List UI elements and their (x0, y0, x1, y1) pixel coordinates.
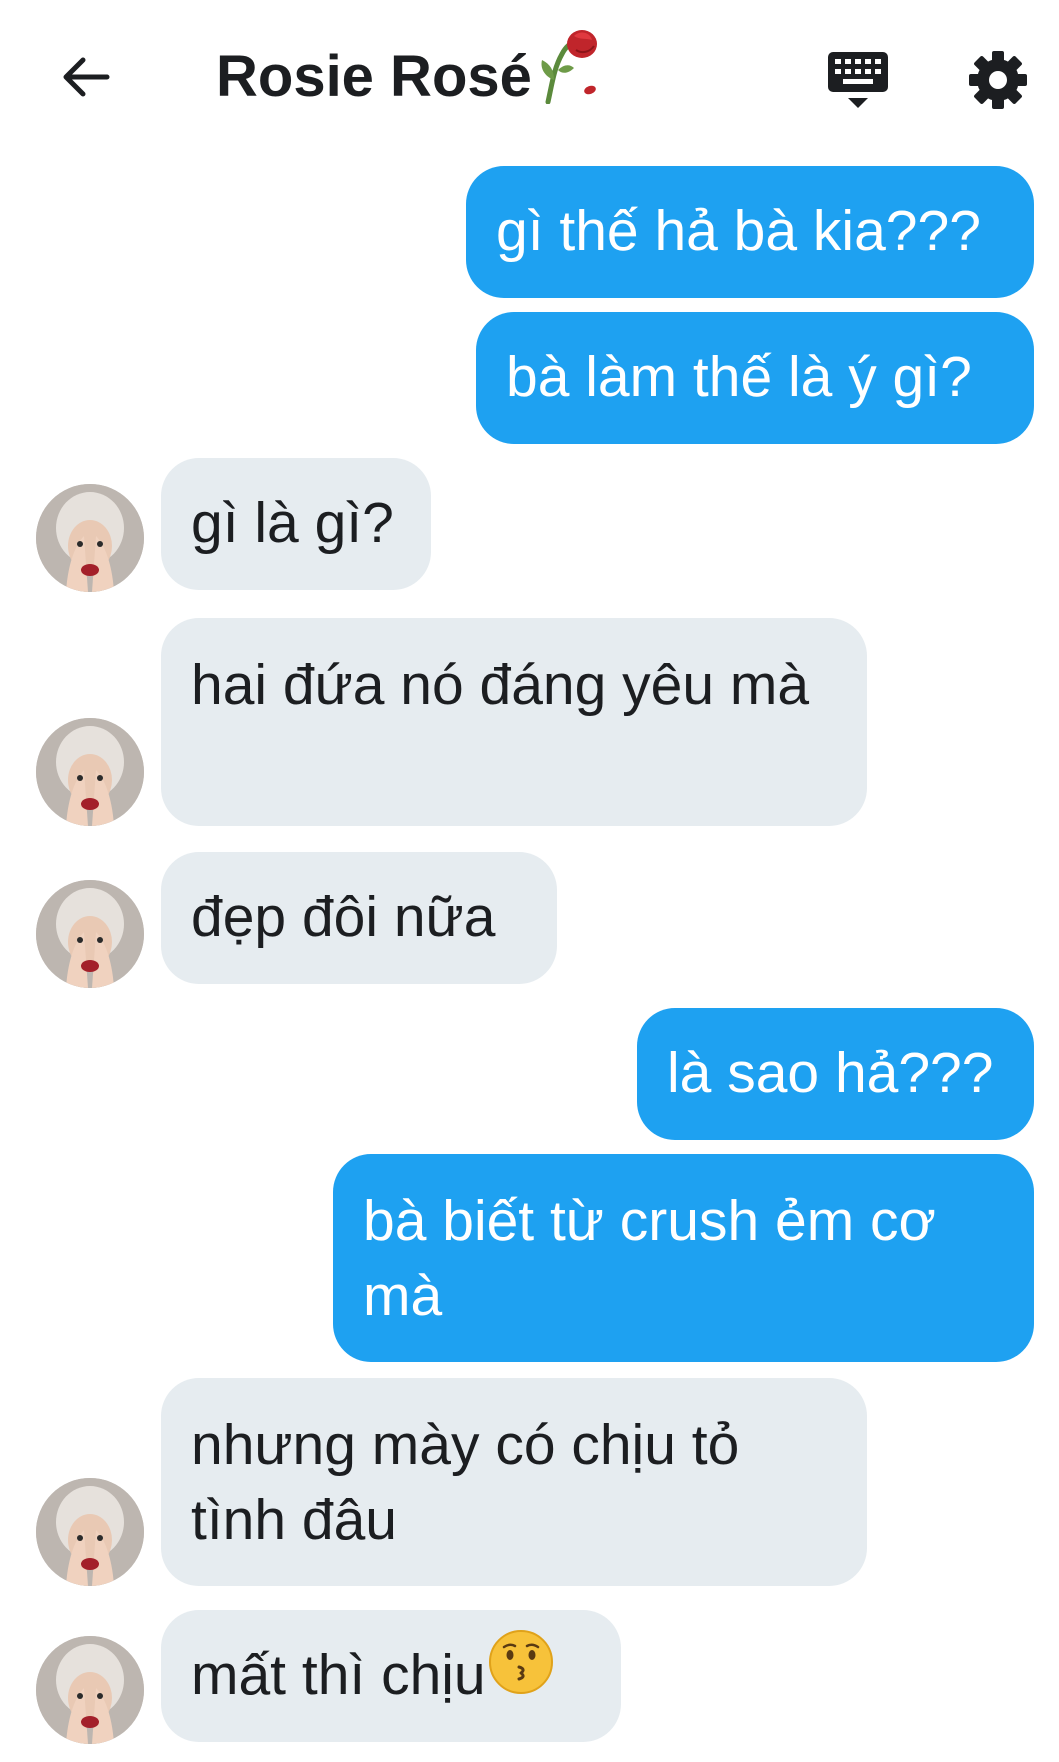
incoming-message[interactable]: nhưng mày có chịu tỏ tình đâu (161, 1378, 867, 1586)
incoming-message[interactable]: hai đứa nó đáng yêu mà (161, 618, 867, 826)
incoming-message[interactable]: gì là gì? (161, 458, 431, 590)
message-text: là sao hả??? (667, 1041, 994, 1105)
contact-photo-icon (36, 718, 144, 826)
message-text: đẹp đôi nữa (191, 885, 496, 949)
outgoing-message[interactable]: là sao hả??? (637, 1008, 1034, 1140)
outgoing-message[interactable]: gì thế hả bà kia??? (466, 166, 1034, 298)
incoming-message[interactable]: đẹp đôi nữa (161, 852, 557, 984)
contact-photo-icon (36, 880, 144, 988)
outgoing-message[interactable]: bà làm thế là ý gì? (476, 312, 1034, 444)
message-thread: gì thế hả bà kia??? bà làm thế là ý gì? … (0, 0, 1059, 1762)
message-text: bà biết từ crush ẻm cơ mà (363, 1189, 936, 1328)
contact-photo-icon (36, 1636, 144, 1744)
contact-avatar[interactable] (36, 1636, 144, 1744)
incoming-message[interactable]: mất thì chịu (161, 1610, 621, 1742)
contact-photo-icon (36, 484, 144, 592)
kissing-face-icon (488, 1629, 554, 1714)
message-text: hai đứa nó đáng yêu mà (191, 653, 810, 717)
message-text: mất thì chịu (191, 1643, 486, 1707)
contact-avatar[interactable] (36, 880, 144, 988)
contact-avatar[interactable] (36, 484, 144, 592)
message-text: gì là gì? (191, 491, 394, 555)
contact-avatar[interactable] (36, 718, 144, 826)
outgoing-message[interactable]: bà biết từ crush ẻm cơ mà (333, 1154, 1034, 1362)
message-text: gì thế hả bà kia??? (496, 199, 981, 263)
contact-photo-icon (36, 1478, 144, 1586)
message-text: nhưng mày có chịu tỏ tình đâu (191, 1413, 740, 1552)
message-text: bà làm thế là ý gì? (506, 345, 972, 409)
contact-avatar[interactable] (36, 1478, 144, 1586)
